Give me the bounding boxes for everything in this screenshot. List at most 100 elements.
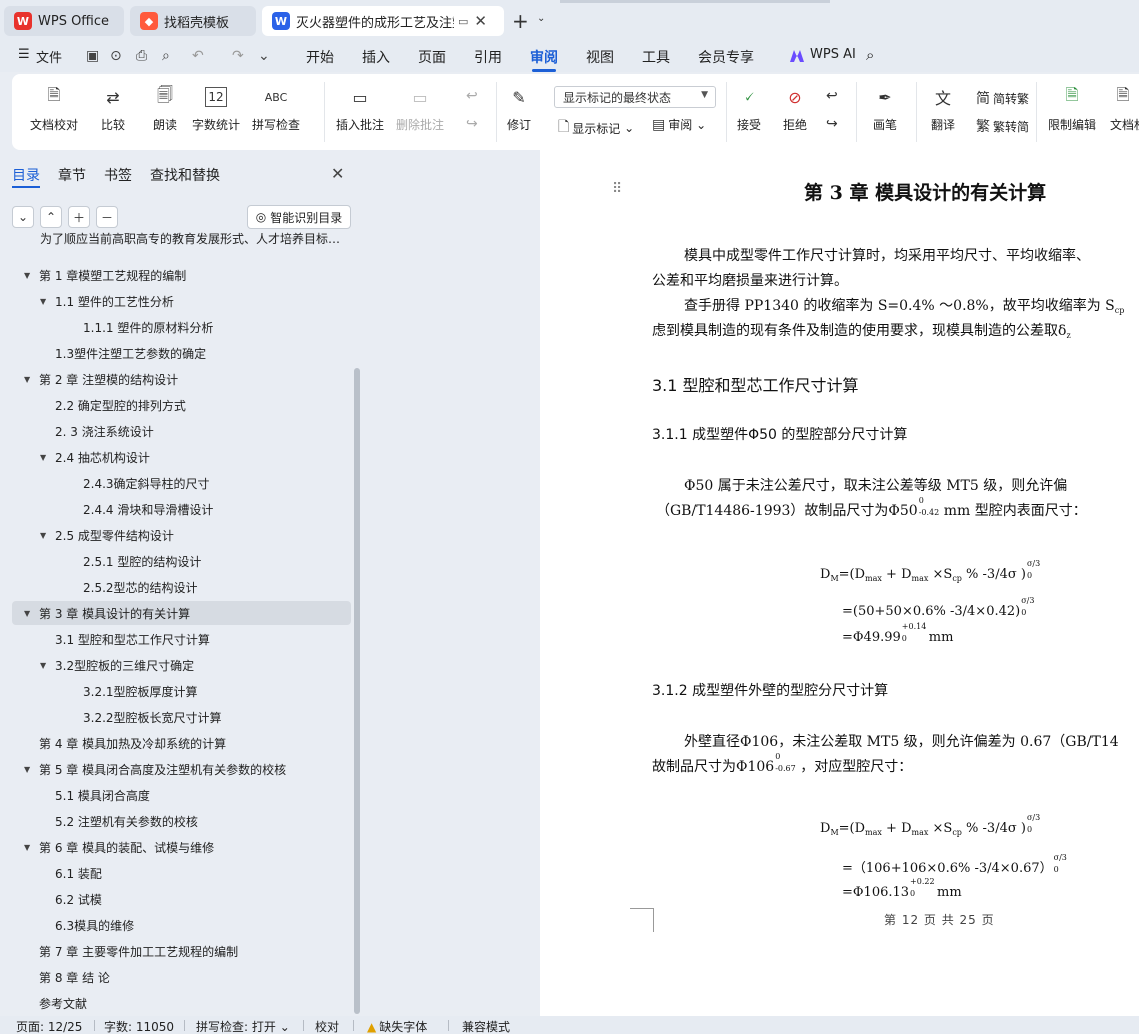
expand-triangle-icon[interactable]: ▼ [40,661,50,670]
toc-item[interactable]: 2.4.3确定斜导柱的尺寸 [12,471,351,495]
trad-to-simp-button[interactable]: 繁繁转简 [976,116,1029,136]
status-page[interactable]: 页面: 12/25 [16,1018,82,1034]
toc-item[interactable]: 2.5.1 型腔的结构设计 [12,549,351,573]
reject-button[interactable]: ⊘ 拒绝 [782,84,808,133]
tab-bookmarks[interactable]: 书签 [104,165,132,185]
toc-item[interactable]: 2. 3 浇注系统设计 [12,419,351,443]
toc-item[interactable]: 6.2 试模 [12,887,351,911]
expand-triangle-icon[interactable]: ▼ [40,531,50,540]
next-change-icon[interactable]: ↪ [826,116,841,132]
pen-button[interactable]: ✒ 画笔 [872,84,898,133]
doc-permission-button[interactable]: 🗎 文档权限 [1110,84,1139,133]
expand-triangle-icon[interactable]: ▼ [24,765,34,774]
toc-item[interactable]: 3.2.2型腔板长宽尺寸计算 [12,705,351,729]
next-comment-icon[interactable]: ↪ [466,116,481,132]
tab-wps-office[interactable]: W WPS Office [4,6,124,36]
toc-item[interactable]: ▼ 1.1 塑件的工艺性分析 [12,289,351,313]
search-icon[interactable]: ⌕ [866,46,874,64]
toc-scrollbar-thumb[interactable] [354,368,360,1014]
status-proofread[interactable]: 校对 [315,1018,339,1034]
toc-item[interactable]: 5.2 注塑机有关参数的校核 [12,809,351,833]
toc-item[interactable]: 6.1 装配 [12,861,351,885]
toc-item[interactable]: ▼ 第 3 章 模具设计的有关计算 [12,601,351,625]
tab-chapters[interactable]: 章节 [58,165,86,185]
toc-item[interactable]: ▼ 第 2 章 注塑模的结构设计 [12,367,351,391]
status-spell-check[interactable]: 拼写检查: 打开 ⌄ [196,1018,290,1034]
toc-item[interactable]: 第 7 章 主要零件加工工艺规程的编制 [12,939,351,963]
status-compat-mode[interactable]: 兼容模式 [462,1018,510,1034]
save-icon[interactable]: ▣ [86,48,99,64]
tab-find-replace[interactable]: 查找和替换 [150,165,220,185]
prev-change-icon[interactable]: ↩ [826,88,841,104]
simp-to-trad-button[interactable]: 简简转繁 [976,88,1029,108]
toc-item[interactable]: 3.2.1型腔板厚度计算 [12,679,351,703]
expand-triangle-icon[interactable]: ▼ [40,297,50,306]
markup-state-dropdown[interactable]: 显示标记的最终状态 ▼ [554,86,716,108]
compare-button[interactable]: ⇄ 比较 [100,84,126,133]
toc-item[interactable]: 5.1 模具闭合高度 [12,783,351,807]
more-chevron-icon[interactable]: ⌄ [258,48,270,64]
toc-item[interactable]: 1.3塑件注塑工艺参数的确定 [12,341,351,365]
menu-page[interactable]: 页面 [418,47,446,67]
new-tab-button[interactable]: + [512,9,529,33]
toc-item[interactable]: 6.3模具的维修 [12,913,351,937]
toc-item[interactable]: 1.1.1 塑件的原材料分析 [12,315,351,339]
print-preview-icon[interactable]: ⌕ [162,48,170,64]
status-missing-font[interactable]: ▲ 缺失字体 [367,1018,427,1034]
expand-triangle-icon[interactable]: ▼ [24,609,34,618]
prev-comment-icon[interactable]: ↩ [466,88,481,104]
status-word-count[interactable]: 字数: 11050 [104,1018,174,1034]
menu-reference[interactable]: 引用 [474,47,502,67]
tab-list-chevron-icon[interactable]: ⌄ [537,13,545,24]
toc-item[interactable]: 3.1 型腔和型芯工作尺寸计算 [12,627,351,651]
accept-button[interactable]: 🗸 接受 [736,84,762,133]
translate-button[interactable]: 文 翻译 [930,84,956,133]
read-aloud-button[interactable]: 🗐 朗读 [152,84,178,133]
menu-start[interactable]: 开始 [306,47,334,67]
expand-triangle-icon[interactable]: ▼ [40,453,50,462]
revise-button[interactable]: ✎ 修订 [506,84,532,133]
toc-item[interactable]: 2.5.2型芯的结构设计 [12,575,351,599]
close-tab-icon[interactable]: ✕ [474,12,487,30]
menu-view[interactable]: 视图 [586,47,614,67]
tab-toc[interactable]: 目录 [12,165,40,185]
smart-toc-button[interactable]: ◎ 智能识别目录 [247,205,351,229]
show-markup-button[interactable]: 🗋 显示标记 ⌄ [558,116,634,140]
menu-review[interactable]: 审阅 [530,47,558,67]
restrict-edit-button[interactable]: 🗎 限制编辑 [1048,84,1096,133]
toc-item[interactable]: ▼ 2.4 抽芯机构设计 [12,445,351,469]
toc-item[interactable]: ▼ 2.5 成型零件结构设计 [12,523,351,547]
toc-item[interactable]: 第 4 章 模具加热及冷却系统的计算 [12,731,351,755]
collapse-up-button[interactable]: ⌃ [40,206,62,228]
redo-icon[interactable]: ↷ [232,48,244,64]
toc-item[interactable]: ▼ 第 6 章 模具的装配、试模与维修 [12,835,351,859]
remove-heading-button[interactable]: － [96,206,118,228]
toc-item[interactable]: ▼ 第 5 章 模具闭合高度及注塑机有关参数的校核 [12,757,351,781]
menu-file[interactable]: 文件 [36,47,62,66]
tab-template[interactable]: ◆ 找稻壳模板 [130,6,256,36]
toc-item[interactable]: ▼ 第 1 章模塑工艺规程的编制 [12,263,351,287]
toc-item[interactable]: 2.2 确定型腔的排列方式 [12,393,351,417]
toc-item[interactable]: 2.4.4 滑块和导滑槽设计 [12,497,351,521]
toc-item[interactable]: 参考文献 [12,991,351,1015]
word-count-button[interactable]: 12 字数统计 [192,84,240,133]
toc-item[interactable]: 第 8 章 结 论 [12,965,351,989]
doc-check-button[interactable]: 🗎 文档校对 [30,84,78,133]
undo-icon[interactable]: ↶ [192,48,204,64]
review-pane-button[interactable]: ▤ 审阅 ⌄ [652,116,706,133]
insert-comment-button[interactable]: ▭ 插入批注 [336,84,384,133]
drag-handle-icon[interactable]: ⠿ [612,181,622,197]
close-pane-icon[interactable]: ✕ [331,164,344,183]
menu-member[interactable]: 会员专享 [698,47,754,67]
toc-item[interactable]: 为了顺应当前高职高专的教育发展形式、人才培养目标… [12,232,351,261]
add-heading-button[interactable]: ＋ [68,206,90,228]
expand-triangle-icon[interactable]: ▼ [24,375,34,384]
print-icon[interactable]: ⎙ [136,48,147,64]
menu-tools[interactable]: 工具 [642,47,670,67]
spell-check-button[interactable]: ABC 拼写检查 [252,84,300,133]
menu-insert[interactable]: 插入 [362,47,390,67]
tab-document[interactable]: W 灭火器塑件的成形工艺及注塑模 ▭ ✕ [262,6,504,36]
toc-item[interactable]: ▼ 3.2型腔板的三维尺寸确定 [12,653,351,677]
share-icon[interactable]: ⊙ [110,48,122,64]
wps-ai-button[interactable]: WPS AI [810,47,856,62]
